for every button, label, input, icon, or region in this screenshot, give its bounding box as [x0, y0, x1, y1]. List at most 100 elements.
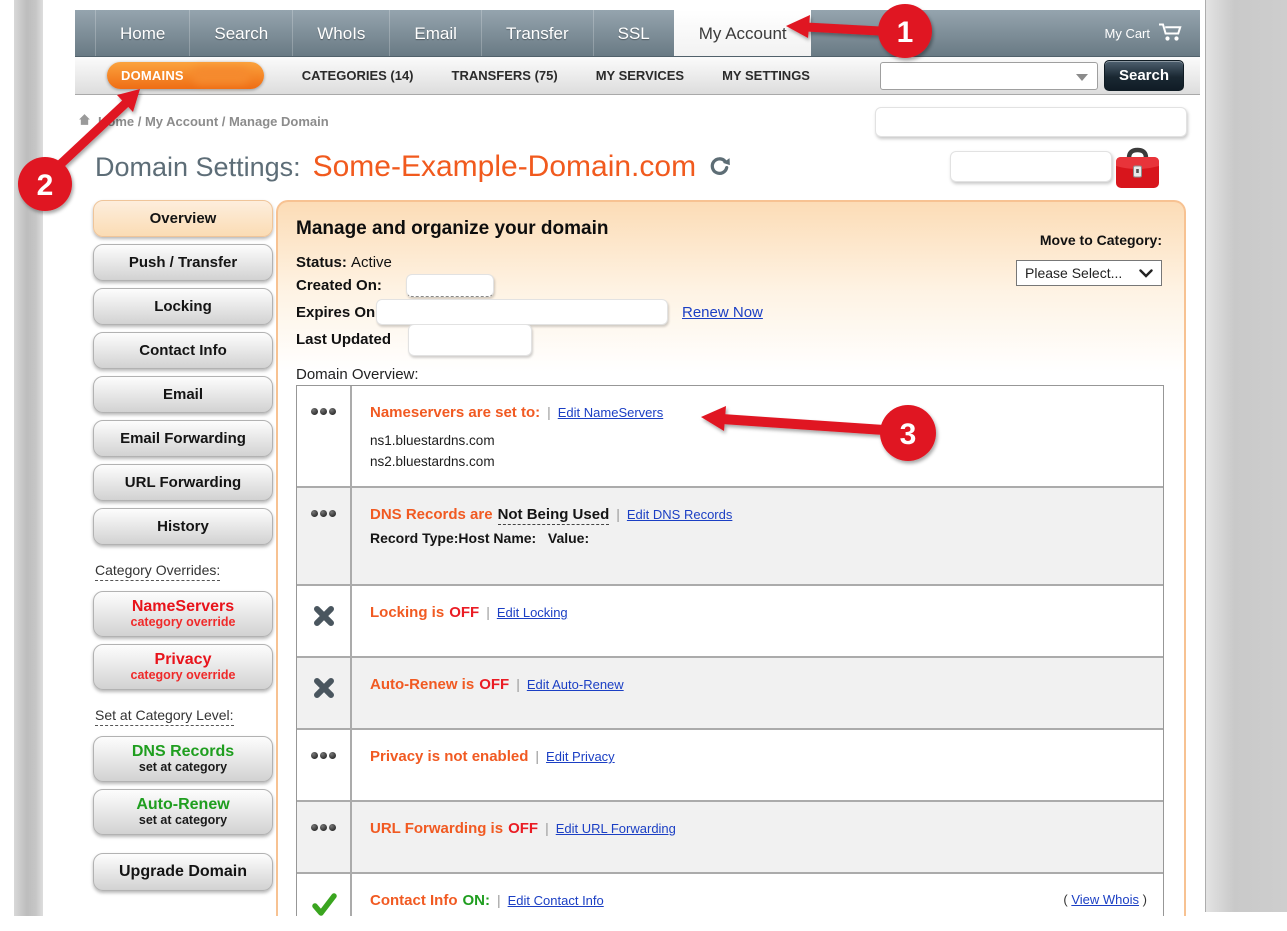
sidebar-item-dns-records-category[interactable]: DNS Records set at category [93, 736, 273, 782]
category-select-value: Please Select... [1025, 265, 1122, 281]
sidebar-item-nameservers-override[interactable]: NameServers category override [93, 591, 273, 637]
chevron-down-icon [1139, 269, 1153, 278]
row-title: Nameservers are set to: [370, 404, 540, 421]
nameserver-1: ns1.bluestardns.com [370, 430, 1163, 451]
domain-overview-table: Nameservers are set to: | Edit NameServers… [296, 385, 1164, 916]
subnav-my-services[interactable]: MY SERVICES [596, 68, 684, 83]
redacted-box [875, 107, 1187, 137]
edit-contact-info-link[interactable]: Edit Contact Info [508, 893, 604, 908]
right-gutter [1205, 0, 1287, 912]
subnav-categories[interactable]: CATEGORIES (14) [302, 68, 414, 83]
separator: | [516, 676, 520, 692]
edit-dns-records-link[interactable]: Edit DNS Records [627, 507, 732, 522]
title-prefix: Domain Settings: [95, 152, 301, 183]
sidebar-item-email[interactable]: Email [93, 376, 273, 413]
breadcrumb: Home / My Account / Manage Domain [78, 113, 329, 129]
row-title: Auto-Renew is [370, 676, 474, 693]
edit-locking-link[interactable]: Edit Locking [497, 605, 568, 620]
category-title: DNS Records [132, 744, 234, 761]
table-row-auto-renew: Auto-Renew is OFF | Edit Auto-Renew [297, 656, 1163, 728]
status-label: Status: [296, 254, 347, 271]
dots-icon [311, 752, 336, 800]
redacted-box [376, 299, 668, 325]
edit-nameservers-link[interactable]: Edit NameServers [558, 405, 663, 420]
table-row-locking: Locking isOFF|Edit Locking [297, 584, 1163, 656]
row-icon-cell [297, 488, 352, 584]
tab-search[interactable]: Search [189, 10, 292, 56]
domain-overview-label: Domain Overview: [296, 366, 419, 383]
tab-transfer[interactable]: Transfer [481, 10, 593, 56]
expires-line: Expires On [296, 304, 375, 321]
row-icon-cell [297, 874, 352, 916]
edit-url-forwarding-link[interactable]: Edit URL Forwarding [556, 821, 676, 836]
category-title: Auto-Renew [136, 797, 229, 814]
page-title: Domain Settings: Some-Example-Domain.com [95, 150, 731, 184]
tab-home[interactable]: Home [95, 10, 189, 56]
renew-now-link[interactable]: Renew Now [682, 304, 763, 321]
dots-icon [311, 824, 336, 872]
sidebar-item-locking[interactable]: Locking [93, 288, 273, 325]
row-status: OFF [479, 676, 509, 693]
domains-label: DOMAINS [121, 68, 184, 83]
separator: | [486, 604, 490, 620]
status-line: Status: Active [296, 254, 392, 271]
table-row-contact-info: Contact Info ON: | Edit Contact Info ( View… [297, 872, 1163, 916]
breadcrumb-text[interactable]: Home / My Account / Manage Domain [98, 114, 329, 129]
my-cart-label: My Cart [1105, 26, 1151, 41]
redacted-box [408, 324, 532, 356]
toolbox-icon[interactable] [1114, 146, 1161, 196]
created-line: Created On: [296, 277, 382, 294]
tab-email[interactable]: Email [389, 10, 481, 56]
edit-privacy-link[interactable]: Edit Privacy [546, 749, 615, 764]
tab-whois[interactable]: WhoIs [292, 10, 389, 56]
override-title: NameServers [132, 599, 234, 616]
page: Home Search WhoIs Email Transfer SSL My … [0, 0, 1287, 931]
separator: | [535, 748, 539, 764]
subnav-my-settings[interactable]: MY SETTINGS [722, 68, 810, 83]
row-title: Contact Info [370, 892, 458, 909]
override-sub: category override [131, 669, 236, 682]
row-icon-cell [297, 586, 352, 656]
domain-search-combobox[interactable] [880, 62, 1098, 90]
sidebar-item-url-forwarding[interactable]: URL Forwarding [93, 464, 273, 501]
check-icon [311, 892, 337, 916]
dots-icon [311, 510, 336, 584]
paren-open: ( [1063, 892, 1067, 907]
category-select[interactable]: Please Select... [1016, 260, 1162, 286]
row-status: ON: [463, 892, 491, 909]
cart-icon [1158, 22, 1184, 45]
search-button[interactable]: Search [1104, 60, 1184, 91]
sidebar-item-auto-renew-category[interactable]: Auto-Renew set at category [93, 789, 273, 835]
tab-ssl[interactable]: SSL [593, 10, 674, 56]
separator: | [616, 506, 620, 522]
row-body: Contact Info ON: | Edit Contact Info ( View… [352, 874, 1163, 916]
table-row-url-forwarding: URL Forwarding isOFF|Edit URL Forwarding [297, 800, 1163, 872]
top-navigation: Home Search WhoIs Email Transfer SSL My … [75, 10, 1200, 57]
my-cart-button[interactable]: My Cart [1105, 10, 1185, 57]
viewport-cut [0, 916, 1287, 931]
edit-auto-renew-link[interactable]: Edit Auto-Renew [527, 677, 624, 692]
separator: | [497, 892, 501, 908]
tab-my-account[interactable]: My Account [674, 10, 811, 56]
sidebar-item-email-forwarding[interactable]: Email Forwarding [93, 420, 273, 457]
row-body: Nameservers are set to:|Edit NameServers… [352, 386, 1163, 486]
separator: | [545, 820, 549, 836]
row-title: Privacy is not enabled [370, 748, 528, 765]
expires-label: Expires On [296, 304, 375, 321]
cross-icon [312, 676, 336, 728]
refresh-icon[interactable] [708, 155, 731, 183]
sidebar-item-history[interactable]: History [93, 508, 273, 545]
sidebar-item-privacy-override[interactable]: Privacy category override [93, 644, 273, 690]
row-status: OFF [449, 604, 479, 621]
sidebar-item-overview[interactable]: Overview [93, 200, 273, 237]
home-icon [78, 113, 91, 129]
chevron-down-icon [1076, 74, 1088, 81]
redacted-blur [192, 67, 250, 84]
subnav-transfers[interactable]: TRANSFERS (75) [452, 68, 558, 83]
sidebar-item-contact-info[interactable]: Contact Info [93, 332, 273, 369]
sub-navigation: DOMAINS CATEGORIES (14) TRANSFERS (75) M… [75, 57, 1200, 95]
sidebar-item-push-transfer[interactable]: Push / Transfer [93, 244, 273, 281]
upgrade-domain-button[interactable]: Upgrade Domain [93, 853, 273, 891]
subnav-domains-button[interactable]: DOMAINS [107, 62, 264, 89]
view-whois-link[interactable]: View Whois [1071, 892, 1139, 907]
